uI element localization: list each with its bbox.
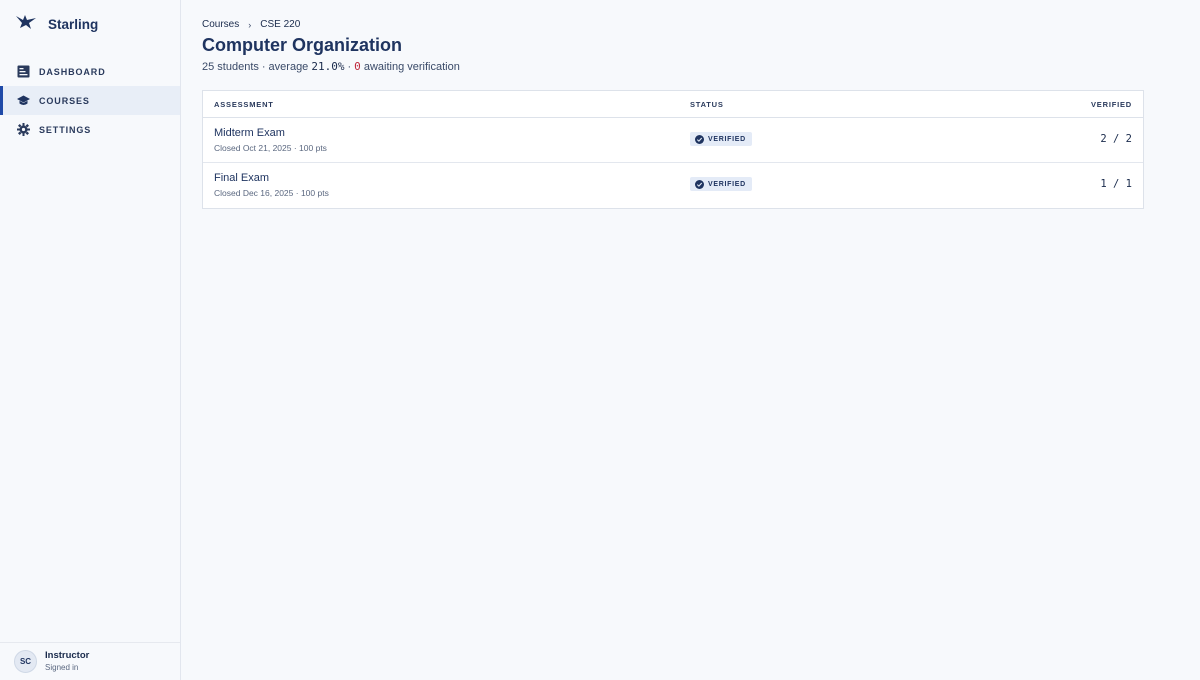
- average-label: average: [268, 61, 309, 73]
- breadcrumb: Courses › CSE 220: [202, 19, 300, 30]
- sidebar-item-courses[interactable]: COURSES: [0, 86, 180, 115]
- user-status: Signed in: [45, 663, 79, 672]
- column-header-status: STATUS: [690, 99, 724, 109]
- avatar: SC: [14, 650, 37, 673]
- column-header-verified: VERIFIED: [1091, 99, 1132, 109]
- assessments-table: ASSESSMENT STATUS VERIFIED Midterm Exam …: [202, 90, 1144, 209]
- brand[interactable]: Starling: [16, 14, 98, 34]
- sidebar-item-label: SETTINGS: [39, 124, 92, 135]
- graduation-cap-icon: [17, 94, 30, 107]
- verified-count: 1 / 1: [1100, 178, 1132, 190]
- awaiting-label: awaiting verification: [363, 61, 460, 73]
- verified-count: 2 / 2: [1100, 133, 1132, 145]
- assessment-title[interactable]: Final Exam: [214, 172, 269, 184]
- sidebar: Starling DASHBOARD COURSES SETTINGS SC I…: [0, 0, 181, 680]
- status-badge: VERIFIED: [690, 177, 752, 191]
- sidebar-item-dashboard[interactable]: DASHBOARD: [0, 57, 180, 86]
- awaiting-count: 0: [354, 60, 361, 73]
- table-row[interactable]: Final Exam Closed Dec 16, 2025 · 100 pts…: [203, 163, 1143, 208]
- student-count: 25 students: [202, 61, 259, 73]
- user-role: Instructor: [45, 650, 90, 661]
- breadcrumb-current: CSE 220: [260, 19, 301, 30]
- app-name: Starling: [48, 16, 99, 32]
- column-header-assessment: ASSESSMENT: [214, 99, 274, 109]
- assessment-title[interactable]: Midterm Exam: [214, 127, 285, 139]
- sidebar-item-settings[interactable]: SETTINGS: [0, 115, 180, 144]
- table-row[interactable]: Midterm Exam Closed Oct 21, 2025 · 100 p…: [203, 118, 1143, 163]
- sidebar-item-label: COURSES: [39, 95, 90, 106]
- user-info: Instructor Signed in: [45, 650, 89, 673]
- sidebar-item-label: DASHBOARD: [39, 66, 106, 77]
- check-circle-icon: [695, 179, 704, 189]
- user-panel[interactable]: SC Instructor Signed in: [0, 642, 180, 680]
- separator-dot: ·: [347, 61, 352, 73]
- course-summary: 25 students · average 21.0% · 0 awaiting ver…: [202, 60, 460, 73]
- separator-dot: ·: [261, 61, 266, 73]
- status-badge: VERIFIED: [690, 132, 752, 146]
- bird-logo-icon: [16, 14, 36, 35]
- breadcrumb-courses-link[interactable]: Courses: [202, 19, 239, 30]
- page-title: Computer Organization: [202, 35, 403, 55]
- dashboard-icon: [17, 65, 30, 78]
- assessment-meta: Closed Dec 16, 2025 · 100 pts: [214, 188, 329, 198]
- assessment-meta: Closed Oct 21, 2025 · 100 pts: [214, 143, 327, 153]
- average-value: 21.0%: [311, 60, 345, 73]
- check-circle-icon: [695, 134, 704, 144]
- gear-icon: [17, 123, 30, 136]
- sidebar-nav: DASHBOARD COURSES SETTINGS: [0, 57, 180, 144]
- status-label: VERIFIED: [708, 180, 746, 188]
- chevron-right-icon: ›: [248, 19, 252, 30]
- table-header: ASSESSMENT STATUS VERIFIED: [203, 91, 1143, 118]
- status-label: VERIFIED: [708, 135, 746, 143]
